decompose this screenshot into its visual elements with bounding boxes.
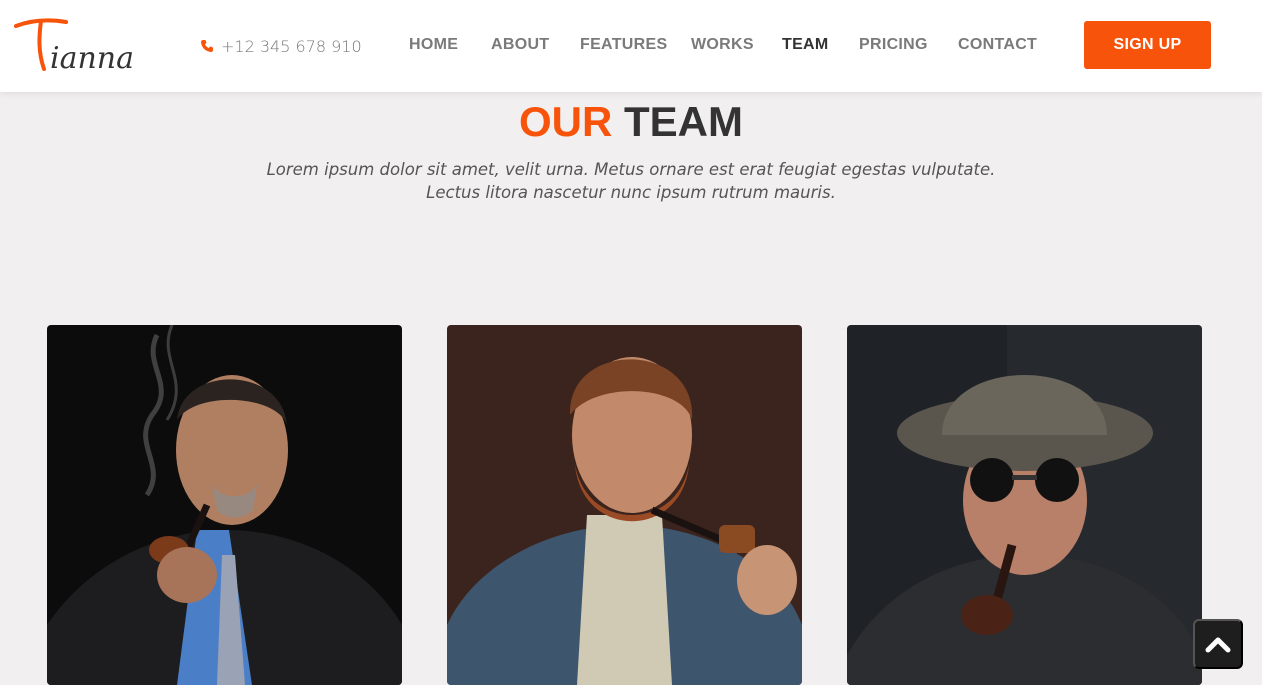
nav-team[interactable]: TEAM — [782, 36, 829, 54]
nav-works[interactable]: WORKS — [691, 36, 754, 54]
logo-text: ianna — [50, 41, 134, 76]
nav-features[interactable]: FEATURES — [580, 36, 667, 54]
nav-pricing[interactable]: PRICING — [859, 36, 928, 54]
nav-about[interactable]: ABOUT — [491, 36, 549, 54]
section-description: Lorem ipsum dolor sit amet, velit urna. … — [266, 160, 996, 202]
man-with-pith-helmet-and-pipe-photo — [847, 325, 1202, 685]
chevron-up-icon — [1205, 637, 1231, 653]
nav-contact[interactable]: CONTACT — [958, 36, 1037, 54]
phone-number[interactable]: +12 345 678 910 — [200, 36, 362, 56]
section-title-rest: TEAM — [624, 98, 743, 145]
site-header: ianna +12 345 678 910 HOME ABOUT FEATURE… — [0, 0, 1262, 92]
signup-button[interactable]: SIGN UP — [1084, 21, 1211, 69]
logo[interactable]: ianna — [14, 14, 154, 76]
phone-text: +12 345 678 910 — [221, 36, 362, 56]
nav-home[interactable]: HOME — [409, 36, 458, 54]
back-to-top-button[interactable] — [1193, 619, 1243, 669]
team-member-card[interactable] — [447, 325, 802, 685]
bearded-man-with-pipe-photo — [447, 325, 802, 685]
section-title-accent: OUR — [518, 98, 613, 145]
team-member-card[interactable] — [47, 325, 402, 685]
man-with-pipe-in-suit-photo — [47, 325, 402, 685]
team-member-card[interactable] — [847, 325, 1202, 685]
logo-mark: ianna — [14, 18, 134, 76]
phone-icon — [201, 40, 213, 52]
section-title: OUR TEAM — [0, 98, 1262, 146]
